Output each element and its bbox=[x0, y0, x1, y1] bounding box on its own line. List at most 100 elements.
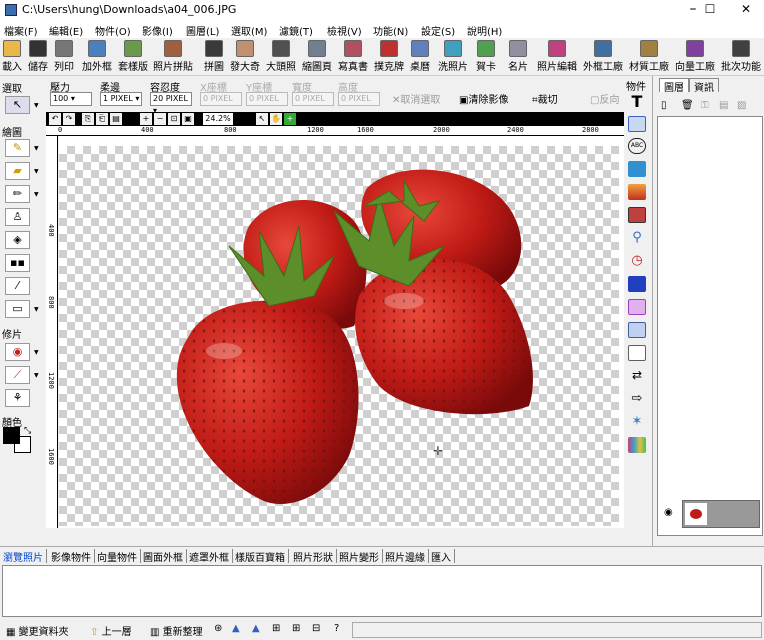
tab-info[interactable]: 資訊 bbox=[689, 78, 719, 94]
x-input[interactable]: 0 PIXEL bbox=[200, 92, 242, 106]
help-icon[interactable]: ? bbox=[334, 623, 339, 634]
image-object-icon[interactable] bbox=[628, 161, 646, 177]
toolbar-collage-button[interactable]: 照片拼貼 bbox=[151, 40, 195, 73]
maximize-button[interactable]: ☐ bbox=[692, 0, 728, 20]
change-folder-button[interactable]: ▦ 變更資料夾 bbox=[6, 623, 69, 638]
pencil-tool[interactable]: ✏ bbox=[5, 185, 30, 203]
toolbar-photobook-button[interactable]: 寫真書 bbox=[336, 40, 370, 73]
calendar-small-icon[interactable] bbox=[628, 322, 646, 338]
close-button[interactable]: ✕ bbox=[728, 0, 764, 20]
merge-layer-icon[interactable]: ▤ bbox=[719, 100, 728, 111]
copy-icon[interactable]: ⎘ bbox=[82, 113, 94, 125]
toolbar-thumbnail-button[interactable]: 縮圖頁 bbox=[300, 40, 334, 73]
redo-icon[interactable]: ↷ bbox=[63, 113, 75, 125]
toolbar-vector-factory-button[interactable]: 向量工廠 bbox=[673, 40, 717, 73]
tab-vector-objects[interactable]: 向量物件 bbox=[94, 549, 141, 564]
brush-tool[interactable]: ✎ bbox=[5, 139, 30, 157]
clear-image-button[interactable]: ▣清除影像 bbox=[459, 91, 508, 106]
cancel-select-button[interactable]: ✕取消選取 bbox=[392, 91, 440, 106]
toolbar-cards-button[interactable]: 撲克牌 bbox=[372, 40, 406, 73]
toolbar-id-photo-button[interactable]: 大頭照 bbox=[264, 40, 298, 73]
swap-colors-icon[interactable]: ⤡ bbox=[24, 426, 31, 436]
menu-image[interactable]: 影像(I) bbox=[142, 23, 173, 38]
sticker-icon[interactable] bbox=[628, 276, 646, 292]
text-icon[interactable]: T bbox=[628, 94, 646, 110]
menu-select[interactable]: 選取(M) bbox=[231, 23, 267, 38]
toolbar-save-button[interactable]: 儲存 bbox=[26, 40, 50, 73]
paste-icon[interactable]: ⎗ bbox=[96, 113, 108, 125]
pointer-icon[interactable]: ↖ bbox=[256, 113, 268, 125]
rectangle-tool-dropdown-icon[interactable]: ▼ bbox=[34, 306, 39, 313]
add-icon[interactable]: + bbox=[284, 113, 296, 125]
menu-function[interactable]: 功能(N) bbox=[373, 23, 408, 38]
refresh-button[interactable]: ▥ 重新整理 bbox=[150, 623, 203, 638]
cake-icon[interactable] bbox=[628, 299, 646, 315]
toolbar-print-button[interactable]: 列印 bbox=[52, 40, 76, 73]
photo-stack-icon[interactable] bbox=[628, 207, 646, 223]
red-eye-dropdown-icon[interactable]: ▼ bbox=[34, 349, 39, 356]
tab-image-objects[interactable]: 影像物件 bbox=[48, 549, 95, 564]
star-burst-icon[interactable]: ✶ bbox=[628, 414, 646, 430]
rectangle-tool[interactable]: ▭ bbox=[5, 300, 30, 318]
retouch-brush-dropdown-icon[interactable]: ▼ bbox=[34, 372, 39, 379]
tab-template-box[interactable]: 樣版百寶箱 bbox=[232, 549, 289, 564]
toolbar-business-card-button[interactable]: 名片 bbox=[506, 40, 530, 73]
zoom-in-icon[interactable]: + bbox=[140, 113, 152, 125]
menu-edit[interactable]: 編輯(E) bbox=[49, 23, 83, 38]
sunset-icon[interactable] bbox=[628, 184, 646, 200]
visibility-eye-icon[interactable]: ◉ bbox=[664, 507, 673, 518]
pencil-tool-dropdown-icon[interactable]: ▼ bbox=[34, 191, 39, 198]
delete-layer-icon[interactable]: 🗑 bbox=[681, 100, 694, 111]
tab-photo-edges[interactable]: 照片邊緣 bbox=[382, 549, 429, 564]
clipboard-icon[interactable]: ▤ bbox=[110, 113, 122, 125]
image-canvas[interactable]: ✛ bbox=[59, 136, 624, 528]
tolerance-input[interactable]: 20 PIXEL ▾ bbox=[150, 92, 192, 115]
color-grid-icon[interactable] bbox=[628, 437, 646, 453]
tab-mask-frames[interactable]: 遮罩外框 bbox=[186, 549, 233, 564]
hand-icon[interactable]: ✋ bbox=[270, 113, 282, 125]
tab-photo-shapes[interactable]: 照片形狀 bbox=[290, 549, 337, 564]
menu-view[interactable]: 檢視(V) bbox=[327, 23, 362, 38]
menu-filter[interactable]: 濾鏡(T) bbox=[279, 23, 313, 38]
shape-tool[interactable]: ▪▪ bbox=[5, 254, 30, 272]
toolbar-puzzle-button[interactable]: 拼圖 bbox=[202, 40, 226, 73]
height-input[interactable]: 0 PIXEL bbox=[338, 92, 380, 106]
opacity-input[interactable]: 100 ▾ bbox=[50, 92, 92, 106]
toolbar-greeting-card-button[interactable]: 賀卡 bbox=[474, 40, 498, 73]
feather-input[interactable]: 1 PIXEL ▾ bbox=[100, 92, 142, 106]
up-level-button[interactable]: ⇧ 上一層 bbox=[90, 623, 132, 638]
toolbar-calendar-button[interactable]: 桌曆 bbox=[408, 40, 432, 73]
menu-help[interactable]: 說明(H) bbox=[467, 23, 502, 38]
toolbar-template-button[interactable]: 套樣版 bbox=[116, 40, 150, 73]
menu-layer[interactable]: 圖層(L) bbox=[186, 23, 219, 38]
sort-icon[interactable]: ▲ bbox=[232, 623, 240, 634]
y-input[interactable]: 0 PIXEL bbox=[246, 92, 288, 106]
layer-settings-icon[interactable]: ▨ bbox=[737, 100, 746, 111]
undo-icon[interactable]: ↶ bbox=[49, 113, 61, 125]
wordart-icon[interactable] bbox=[628, 116, 646, 132]
toolbar-texture-factory-button[interactable]: 材質工廠 bbox=[627, 40, 671, 73]
stamp-tool[interactable]: ♙ bbox=[5, 208, 30, 226]
double-arrow-icon[interactable]: ⇄ bbox=[628, 368, 646, 384]
menu-file[interactable]: 檔案(F) bbox=[4, 23, 38, 38]
primary-color-swatch[interactable] bbox=[3, 427, 20, 444]
toolbar-add-frame-button[interactable]: 加外框 bbox=[80, 40, 114, 73]
menu-object[interactable]: 物件(O) bbox=[95, 23, 131, 38]
tab-import[interactable]: 匯入 bbox=[428, 549, 455, 564]
magnifier-icon[interactable]: ⚲ bbox=[628, 230, 646, 246]
actual-size-icon[interactable]: ▣ bbox=[182, 113, 194, 125]
view-mode-icon[interactable]: ⊛ bbox=[214, 623, 222, 634]
abc-stamp-icon[interactable]: ABC bbox=[628, 138, 646, 154]
crop-button[interactable]: ⌗裁切 bbox=[532, 91, 558, 106]
tab-photo-warp[interactable]: 照片變形 bbox=[336, 549, 383, 564]
eraser-tool[interactable]: ▰ bbox=[5, 162, 30, 180]
clone-tool[interactable]: ⚘ bbox=[5, 389, 30, 407]
layer-thumbnail[interactable] bbox=[682, 500, 760, 528]
small-thumb-icon[interactable]: ⊟ bbox=[312, 623, 320, 634]
width-input[interactable]: 0 PIXEL bbox=[292, 92, 334, 106]
invert-selection-button[interactable]: ▢反向 bbox=[590, 91, 619, 106]
toolbar-batch-button[interactable]: 批次功能 bbox=[719, 40, 763, 73]
tab-layers[interactable]: 圖層 bbox=[659, 78, 689, 94]
fill-tool[interactable]: ◈ bbox=[5, 231, 30, 249]
brush-tool-dropdown-icon[interactable]: ▼ bbox=[34, 145, 39, 152]
